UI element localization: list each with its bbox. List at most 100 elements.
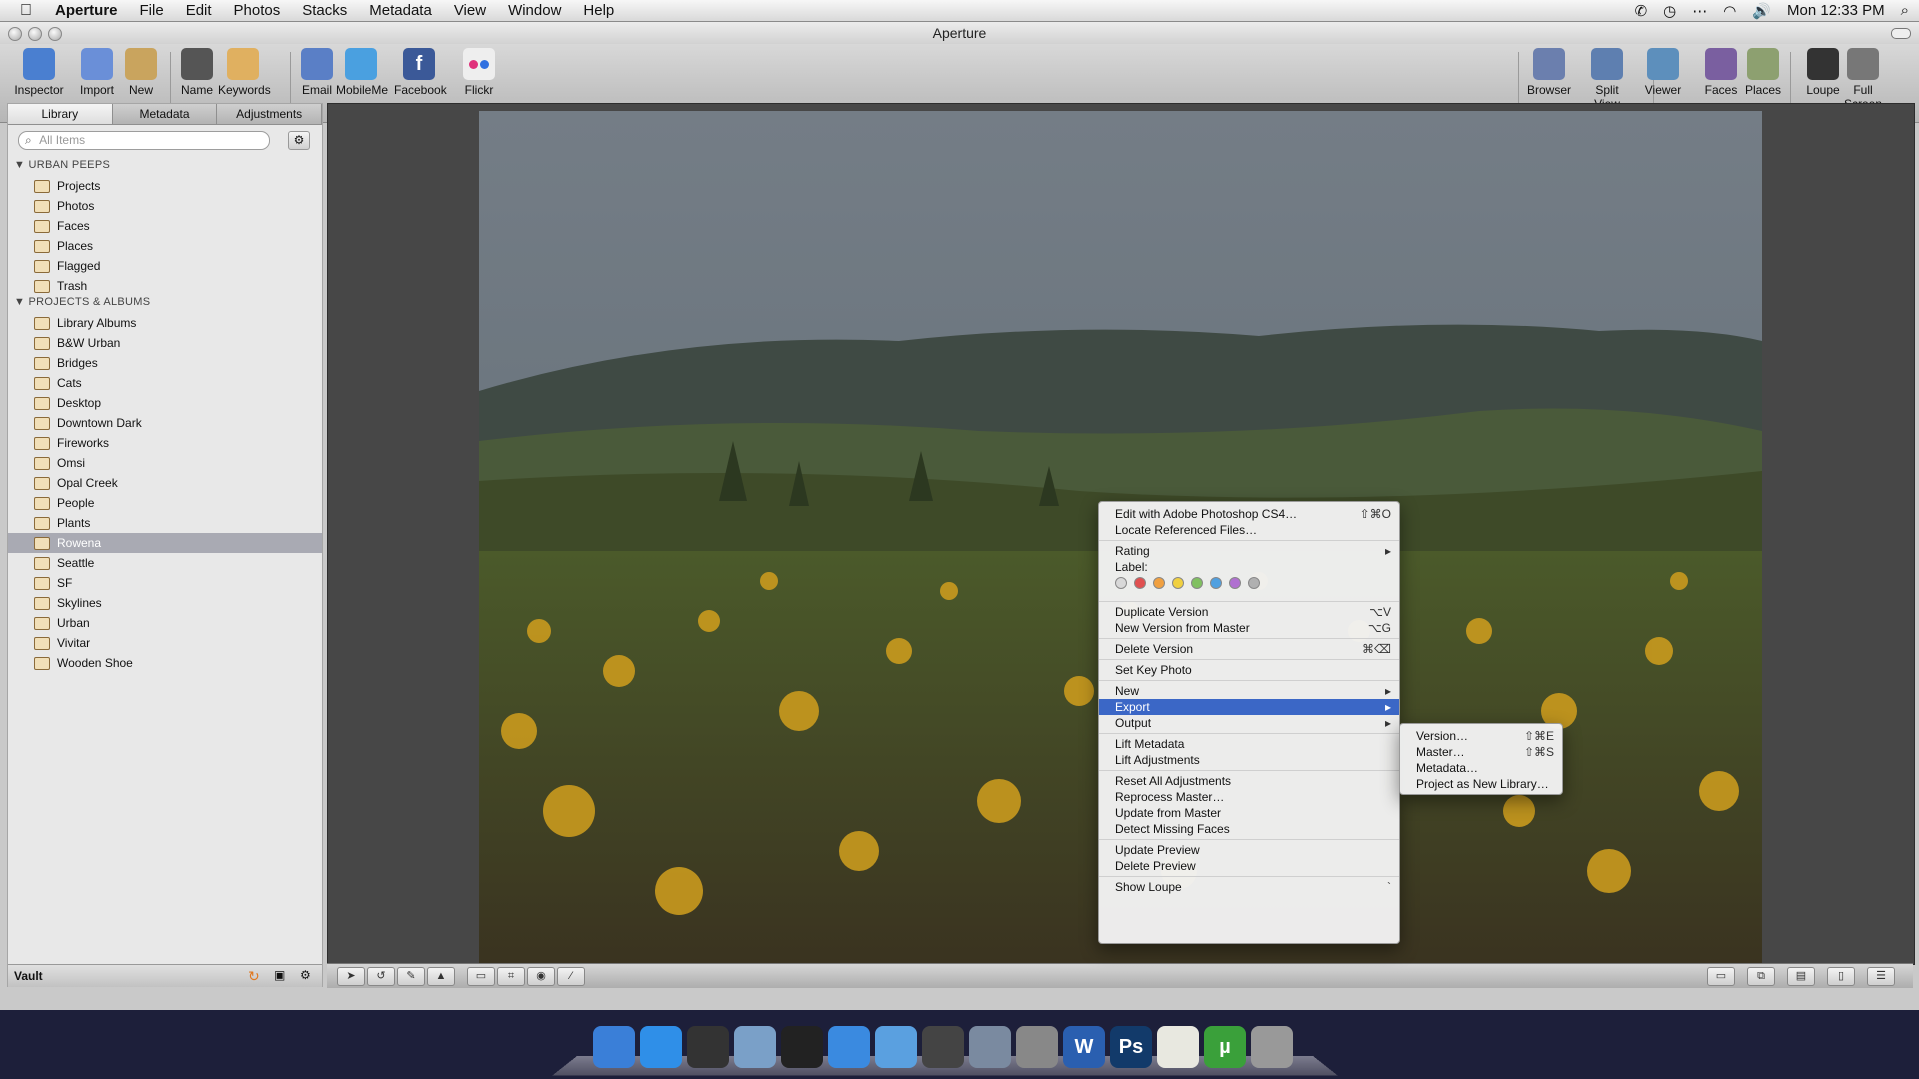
sidebar-item-cats[interactable]: Cats <box>8 373 322 393</box>
sidebar-item-vivitar[interactable]: Vivitar <box>8 633 322 653</box>
vault-add-icon[interactable]: ▣ <box>274 968 285 982</box>
label-color-swatch[interactable] <box>1172 577 1184 589</box>
vault-sync-icon[interactable]: ↻ <box>248 968 260 985</box>
tab-adjustments[interactable]: Adjustments <box>217 104 323 124</box>
sidebar-item-downtown-dark[interactable]: Downtown Dark <box>8 413 322 433</box>
red-eye-tool-icon[interactable]: ◉ <box>527 967 555 986</box>
textedit-icon[interactable] <box>1157 1026 1199 1068</box>
menu-edit[interactable]: Edit <box>175 0 223 21</box>
submenu-item-master[interactable]: Master… ⇧⌘S <box>1400 744 1562 760</box>
menu-item-reprocess-master[interactable]: Reprocess Master… <box>1099 789 1399 805</box>
vault-gear-icon[interactable]: ⚙ <box>300 968 311 982</box>
label-color-swatch[interactable] <box>1210 577 1222 589</box>
clock[interactable]: Mon 12:33 PM <box>1787 2 1885 19</box>
sidebar-item-faces[interactable]: Faces <box>8 216 322 236</box>
label-color-swatch[interactable] <box>1191 577 1203 589</box>
sidebar-item-people[interactable]: People <box>8 493 322 513</box>
menu-item-new-version-from-master[interactable]: New Version from Master ⌥G <box>1099 620 1399 636</box>
toolbar-email-button[interactable]: Email <box>292 48 342 97</box>
menu-item-detect-missing-faces[interactable]: Detect Missing Faces <box>1099 821 1399 837</box>
menu-item-locate-referenced-files[interactable]: Locate Referenced Files… <box>1099 522 1399 538</box>
toolbar-browser-button[interactable]: Browser <box>1524 48 1574 97</box>
menu-item-set-key-photo[interactable]: Set Key Photo <box>1099 662 1399 678</box>
rotate-left-icon[interactable]: ↺ <box>367 967 395 986</box>
menu-item-label[interactable]: Label: <box>1099 559 1399 575</box>
toolbar-inspector-button[interactable]: Inspector <box>14 48 64 97</box>
menu-app-name[interactable]: Aperture <box>44 0 129 21</box>
sidebar-item-library-albums[interactable]: Library Albums <box>8 313 322 333</box>
menu-item-delete-version[interactable]: Delete Version ⌘⌫ <box>1099 641 1399 657</box>
sidebar-item-desktop[interactable]: Desktop <box>8 393 322 413</box>
toolbar-full-screen-button[interactable]: Full Screen <box>1838 48 1888 111</box>
primary-only-icon[interactable]: ⧉ <box>1747 967 1775 986</box>
sidebar-item-trash[interactable]: Trash <box>8 276 322 296</box>
toolbar-facebook-button[interactable]: f Facebook <box>394 48 447 97</box>
facetime-icon[interactable] <box>922 1026 964 1068</box>
sidebar-section-header[interactable]: ▼ URBAN PEEPS <box>14 159 110 171</box>
aperture-icon[interactable] <box>781 1026 823 1068</box>
view-mode-icon[interactable]: ▭ <box>1707 967 1735 986</box>
menu-item-duplicate-version[interactable]: Duplicate Version ⌥V <box>1099 604 1399 620</box>
menu-item-lift-adjustments[interactable]: Lift Adjustments <box>1099 752 1399 768</box>
app-store-icon[interactable] <box>640 1026 682 1068</box>
tab-library[interactable]: Library <box>8 104 113 124</box>
itunes-icon[interactable] <box>828 1026 870 1068</box>
menu-view[interactable]: View <box>443 0 497 21</box>
menu-window[interactable]: Window <box>497 0 572 21</box>
menu-item-lift-metadata[interactable]: Lift Metadata <box>1099 736 1399 752</box>
sidebar-item-b-w-urban[interactable]: B&W Urban <box>8 333 322 353</box>
menu-item-delete-preview[interactable]: Delete Preview <box>1099 858 1399 874</box>
system-preferences-icon[interactable] <box>1016 1026 1058 1068</box>
toolbar-keywords-button[interactable]: Keywords <box>218 48 271 97</box>
toolbar-name-button[interactable]: Name <box>172 48 222 97</box>
toolbar-import-button[interactable]: Import <box>72 48 122 97</box>
sidebar-item-seattle[interactable]: Seattle <box>8 553 322 573</box>
sidebar-item-rowena[interactable]: Rowena <box>8 533 322 553</box>
sidebar-item-bridges[interactable]: Bridges <box>8 353 322 373</box>
stamp-tool-icon[interactable]: ✎ <box>397 967 425 986</box>
menu-item-new[interactable]: New ▸ <box>1099 683 1399 699</box>
crop-tool-icon[interactable]: ⌗ <box>497 967 525 986</box>
label-color-swatch[interactable] <box>1248 577 1260 589</box>
close-button[interactable] <box>8 27 22 41</box>
label-color-swatch[interactable] <box>1115 577 1127 589</box>
sidebar-item-omsi[interactable]: Omsi <box>8 453 322 473</box>
trash-icon[interactable] <box>1251 1026 1293 1068</box>
toolbar-viewer-button[interactable]: Viewer <box>1638 48 1688 97</box>
menu-file[interactable]: File <box>129 0 175 21</box>
show-list-icon[interactable]: ☰ <box>1867 967 1895 986</box>
submenu-item-metadata[interactable]: Metadata… <box>1400 760 1562 776</box>
word-icon[interactable]: W <box>1063 1026 1105 1068</box>
menu-item-edit-with-adobe-photoshop-cs4[interactable]: Edit with Adobe Photoshop CS4… ⇧⌘O <box>1099 506 1399 522</box>
hud-toggle-icon[interactable]: ▤ <box>1787 967 1815 986</box>
straighten-tool-icon[interactable]: ▭ <box>467 967 495 986</box>
sidebar-item-wooden-shoe[interactable]: Wooden Shoe <box>8 653 322 673</box>
search-options-gear-icon[interactable]: ⚙ <box>288 131 310 150</box>
sidebar-item-places[interactable]: Places <box>8 236 322 256</box>
sidebar-item-skylines[interactable]: Skylines <box>8 593 322 613</box>
phone-icon[interactable]: ✆ <box>1635 2 1648 20</box>
label-color-swatch[interactable] <box>1229 577 1241 589</box>
dashboard-icon[interactable] <box>687 1026 729 1068</box>
sidebar-item-plants[interactable]: Plants <box>8 513 322 533</box>
sidebar-item-photos[interactable]: Photos <box>8 196 322 216</box>
sidebar-item-urban[interactable]: Urban <box>8 613 322 633</box>
sidebar-item-fireworks[interactable]: Fireworks <box>8 433 322 453</box>
time-machine-icon[interactable]: ◷ <box>1663 2 1676 20</box>
submenu-item-version[interactable]: Version… ⇧⌘E <box>1400 728 1562 744</box>
sidebar-item-flagged[interactable]: Flagged <box>8 256 322 276</box>
apple-menu-icon[interactable]:  <box>0 0 44 21</box>
sidebar-item-opal-creek[interactable]: Opal Creek <box>8 473 322 493</box>
toolbar-mobileme-button[interactable]: MobileMe <box>336 48 388 97</box>
zoom-button[interactable] <box>48 27 62 41</box>
photoshop-icon[interactable]: Ps <box>1110 1026 1152 1068</box>
menu-stacks[interactable]: Stacks <box>291 0 358 21</box>
volume-icon[interactable]: 🔊 <box>1752 2 1771 20</box>
menu-metadata[interactable]: Metadata <box>358 0 443 21</box>
iphoto-icon[interactable] <box>969 1026 1011 1068</box>
select-tool-icon[interactable]: ➤ <box>337 967 365 986</box>
finder-icon[interactable] <box>593 1026 635 1068</box>
library-search-input[interactable]: ⌕ All Items <box>18 131 270 150</box>
preview-icon[interactable] <box>734 1026 776 1068</box>
sidebar-item-sf[interactable]: SF <box>8 573 322 593</box>
